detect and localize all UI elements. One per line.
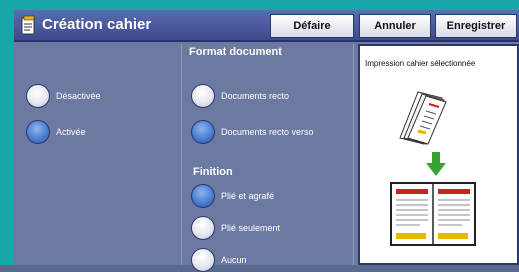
option-enabled[interactable]: Activée — [26, 120, 86, 144]
header-bar: Création cahier Défaire Annuler Enregist… — [14, 10, 519, 42]
cancel-button[interactable]: Annuler — [359, 14, 431, 38]
option-label: Aucun — [221, 255, 247, 265]
option-label: Désactivée — [56, 91, 101, 101]
radio-button[interactable] — [191, 184, 215, 208]
option-none[interactable]: Aucun — [191, 248, 247, 272]
radio-button[interactable] — [191, 120, 215, 144]
option-fold-only[interactable]: Plié seulement — [191, 216, 280, 240]
booklet-icon — [21, 15, 35, 35]
radio-button[interactable] — [191, 216, 215, 240]
option-disabled[interactable]: Désactivée — [26, 84, 101, 108]
source-documents-icon — [399, 91, 447, 145]
radio-button[interactable] — [26, 84, 50, 108]
format-title: Format document — [189, 46, 282, 58]
finishing-title: Finition — [193, 166, 233, 178]
option-label: Plié seulement — [221, 223, 281, 233]
page-title: Création cahier — [42, 16, 152, 33]
option-label: Plié et agrafé — [221, 191, 275, 201]
screen: Création cahier Défaire Annuler Enregist… — [14, 10, 519, 272]
preview-caption: Impression cahier sélectionnée — [365, 59, 476, 68]
booklet-toggle-panel: Désactivée Activée — [14, 44, 180, 265]
option-single-sided[interactable]: Documents recto — [191, 84, 289, 108]
option-label: Documents recto — [221, 91, 290, 101]
divider — [353, 44, 354, 265]
preview-panel: Impression cahier sélectionnée — [358, 44, 519, 265]
option-label: Documents recto verso — [221, 127, 314, 137]
undo-button[interactable]: Défaire — [270, 14, 354, 38]
option-label: Activée — [56, 127, 86, 137]
radio-button[interactable] — [191, 248, 215, 272]
format-panel: Format document Documents recto Document… — [183, 44, 351, 272]
option-fold-staple[interactable]: Plié et agrafé — [191, 184, 274, 208]
booklet-preview-icon — [390, 182, 476, 246]
radio-button[interactable] — [26, 120, 50, 144]
save-button[interactable]: Enregistrer — [435, 14, 517, 38]
radio-button[interactable] — [191, 84, 215, 108]
option-double-sided[interactable]: Documents recto verso — [191, 120, 314, 144]
arrow-down-icon — [426, 152, 446, 176]
divider — [181, 44, 182, 265]
